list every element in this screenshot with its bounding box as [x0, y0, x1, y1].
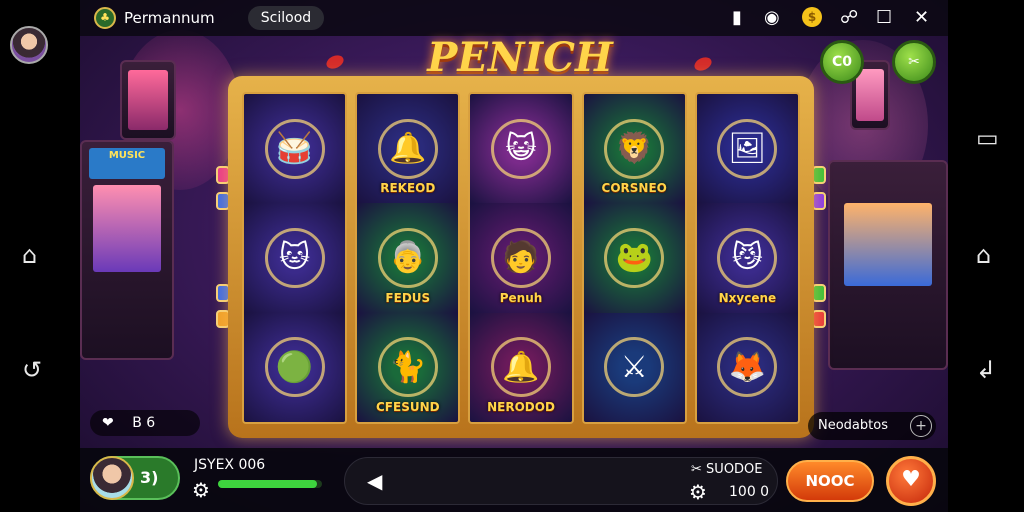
system-left-bar: ⌂ ↺ [0, 0, 80, 512]
balance-label: JSYEX 006 [194, 457, 266, 473]
purple-cat-icon: 😼 [717, 227, 778, 288]
golden-bell-icon: 🔔 [377, 118, 438, 179]
orange-cat-face-icon: 😺 [491, 118, 551, 179]
reel-cell: 🟢 [244, 312, 346, 422]
spin-button[interactable]: ♥ [886, 456, 936, 506]
arcade-sign [120, 60, 176, 140]
chart-icon[interactable]: ☍ [840, 6, 858, 30]
reel-cell: 🦊 [696, 312, 799, 422]
green-frog-icon: 🐸 [604, 227, 665, 288]
player-badge[interactable]: 3) [90, 456, 180, 500]
reel-cell: 😺 [470, 94, 572, 204]
xp-bar [218, 480, 322, 488]
chili-icon [324, 52, 346, 72]
pill-bottom-label: 100 0 [729, 484, 770, 500]
reels-grid: 🥁 🐱 🟢 🔔 REKEOD 👵 FEDUS 🐈 CFESUND 😺 🧑 Penuh 🔔 NERODOD 🦁… [242, 92, 801, 424]
game-stage: MUSIC ♣ Permannum Scilood ▮ ◉ $ ☍ ☐ ✕ PE… [80, 0, 948, 512]
reel-cell: 🐈 CFESUND [357, 312, 459, 422]
control-pill: ◀ ✂ SUODOE ⚙ 100 0 [344, 457, 778, 505]
granny-glasses-icon: 👵 [377, 227, 438, 288]
info-chip[interactable]: Neodabtos + [808, 412, 936, 440]
gem-icon [812, 310, 826, 328]
chili-icon [692, 54, 714, 74]
man-portrait-icon: 🧑 [491, 227, 551, 288]
home-icon[interactable]: ⌂ [22, 243, 37, 267]
reel-frame: 🥁 🐱 🟢 🔔 REKEOD 👵 FEDUS 🐈 CFESUND 😺 🧑 Penuh 🔔 NERODOD 🦁… [228, 76, 814, 438]
info-chip-label: Neodabtos [818, 418, 888, 433]
tools-button[interactable]: ✂ [892, 40, 936, 84]
profile-avatar[interactable] [10, 26, 48, 64]
clover-icon[interactable]: ♣ [94, 7, 116, 29]
symbol-label: Nxycene [718, 290, 777, 305]
symbol-label: CFESUND [376, 399, 440, 414]
reel-cell: ⚔ [583, 312, 685, 422]
top-bar: ♣ Permannum Scilood ▮ ◉ $ ☍ ☐ ✕ [80, 0, 948, 36]
gem-icon [812, 192, 826, 210]
action-button[interactable]: NOOC [786, 460, 874, 502]
back-icon[interactable]: ↺ [22, 358, 42, 382]
reel-cell: 🦁 CORSNEO [583, 94, 685, 204]
symbol-label: REKEOD [380, 181, 436, 196]
symbol-label: CORSNEO [601, 181, 667, 196]
back-icon[interactable]: ↲ [976, 358, 996, 382]
reel-column: 😺 🧑 Penuh 🔔 NERODOD [468, 92, 574, 424]
reel-cell: 🐱 [244, 203, 346, 313]
reel-cell: 👵 FEDUS [357, 203, 459, 313]
brown-cat-icon: 🐈 [377, 337, 438, 398]
red-fox-icon: 🦊 [717, 337, 778, 398]
bottom-bar: 3) JSYEX 006 ⚙ ◀ ✂ SUODOE ⚙ 100 0 NOOC ♥ [80, 448, 948, 512]
symbol-label: FEDUS [385, 290, 431, 305]
coin-icon[interactable]: $ [802, 7, 822, 27]
barrel-icon: 🥁 [264, 118, 325, 179]
scissors-icon: ✂ [691, 462, 702, 477]
reel-cell: 🔔 REKEOD [357, 94, 459, 204]
reel-column: 🔔 REKEOD 👵 FEDUS 🐈 CFESUND [355, 92, 461, 424]
close-icon[interactable]: ✕ [914, 6, 929, 30]
crossed-swords-icon: ⚔ [604, 337, 665, 398]
status-pill[interactable]: Scilood [248, 6, 324, 30]
window-icon[interactable]: ☐ [876, 6, 892, 30]
xp-bar-fill [218, 480, 317, 488]
player-avatar [90, 456, 134, 500]
lion-cat-icon: 🦁 [604, 118, 665, 179]
pill-top-label: ✂ SUODOE [691, 462, 763, 477]
recents-icon[interactable]: ▭ [976, 126, 999, 150]
app-title: Permannum [124, 9, 215, 27]
left-arrow-icon[interactable]: ◀ [367, 469, 382, 493]
green-bell-icon: 🔔 [491, 337, 551, 398]
system-right-bar: ▭ ⌂ ↲ [948, 0, 1024, 512]
home-icon[interactable]: ⌂ [976, 243, 991, 267]
reel-column: 🦁 CORSNEO 🐸 ⚔ [581, 92, 687, 424]
gem-icon [812, 284, 826, 302]
camera-icon[interactable]: ◉ [764, 6, 780, 30]
orange-cat-icon: 🐱 [264, 227, 325, 288]
player-label: 3) [140, 468, 159, 487]
arcade-machine [828, 160, 948, 370]
arcade-machine: MUSIC [80, 140, 174, 360]
symbol-label: Penuh [499, 290, 543, 305]
bet-chip-label: B 6 [132, 415, 156, 431]
bet-chip[interactable]: ❤ B 6 [90, 410, 200, 436]
reel-cell: 🧑 Penuh [470, 203, 572, 313]
bonus-button[interactable]: C0 [820, 40, 864, 84]
green-orb-icon: 🟢 [264, 337, 325, 398]
reel-cell: 🖼 [696, 94, 799, 204]
framed-portrait-icon: 🖼 [717, 118, 778, 179]
reel-cell: 🥁 [244, 94, 346, 204]
plus-icon[interactable]: + [910, 415, 932, 437]
reel-cell: 😼 Nxycene [696, 203, 799, 313]
gear-icon[interactable]: ⚙ [192, 478, 210, 502]
gem-icon [812, 166, 826, 184]
gear-icon[interactable]: ⚙ [689, 480, 707, 504]
heart-icon: ❤ [102, 415, 114, 431]
reel-cell: 🐸 [583, 203, 685, 313]
reel-column: 🖼 😼 Nxycene 🦊 [694, 92, 801, 424]
symbol-label: NERODOD [487, 399, 555, 414]
reel-column: 🥁 🐱 🟢 [242, 92, 348, 424]
battery-icon: ▮ [732, 7, 742, 28]
reel-cell: 🔔 NERODOD [470, 312, 572, 422]
